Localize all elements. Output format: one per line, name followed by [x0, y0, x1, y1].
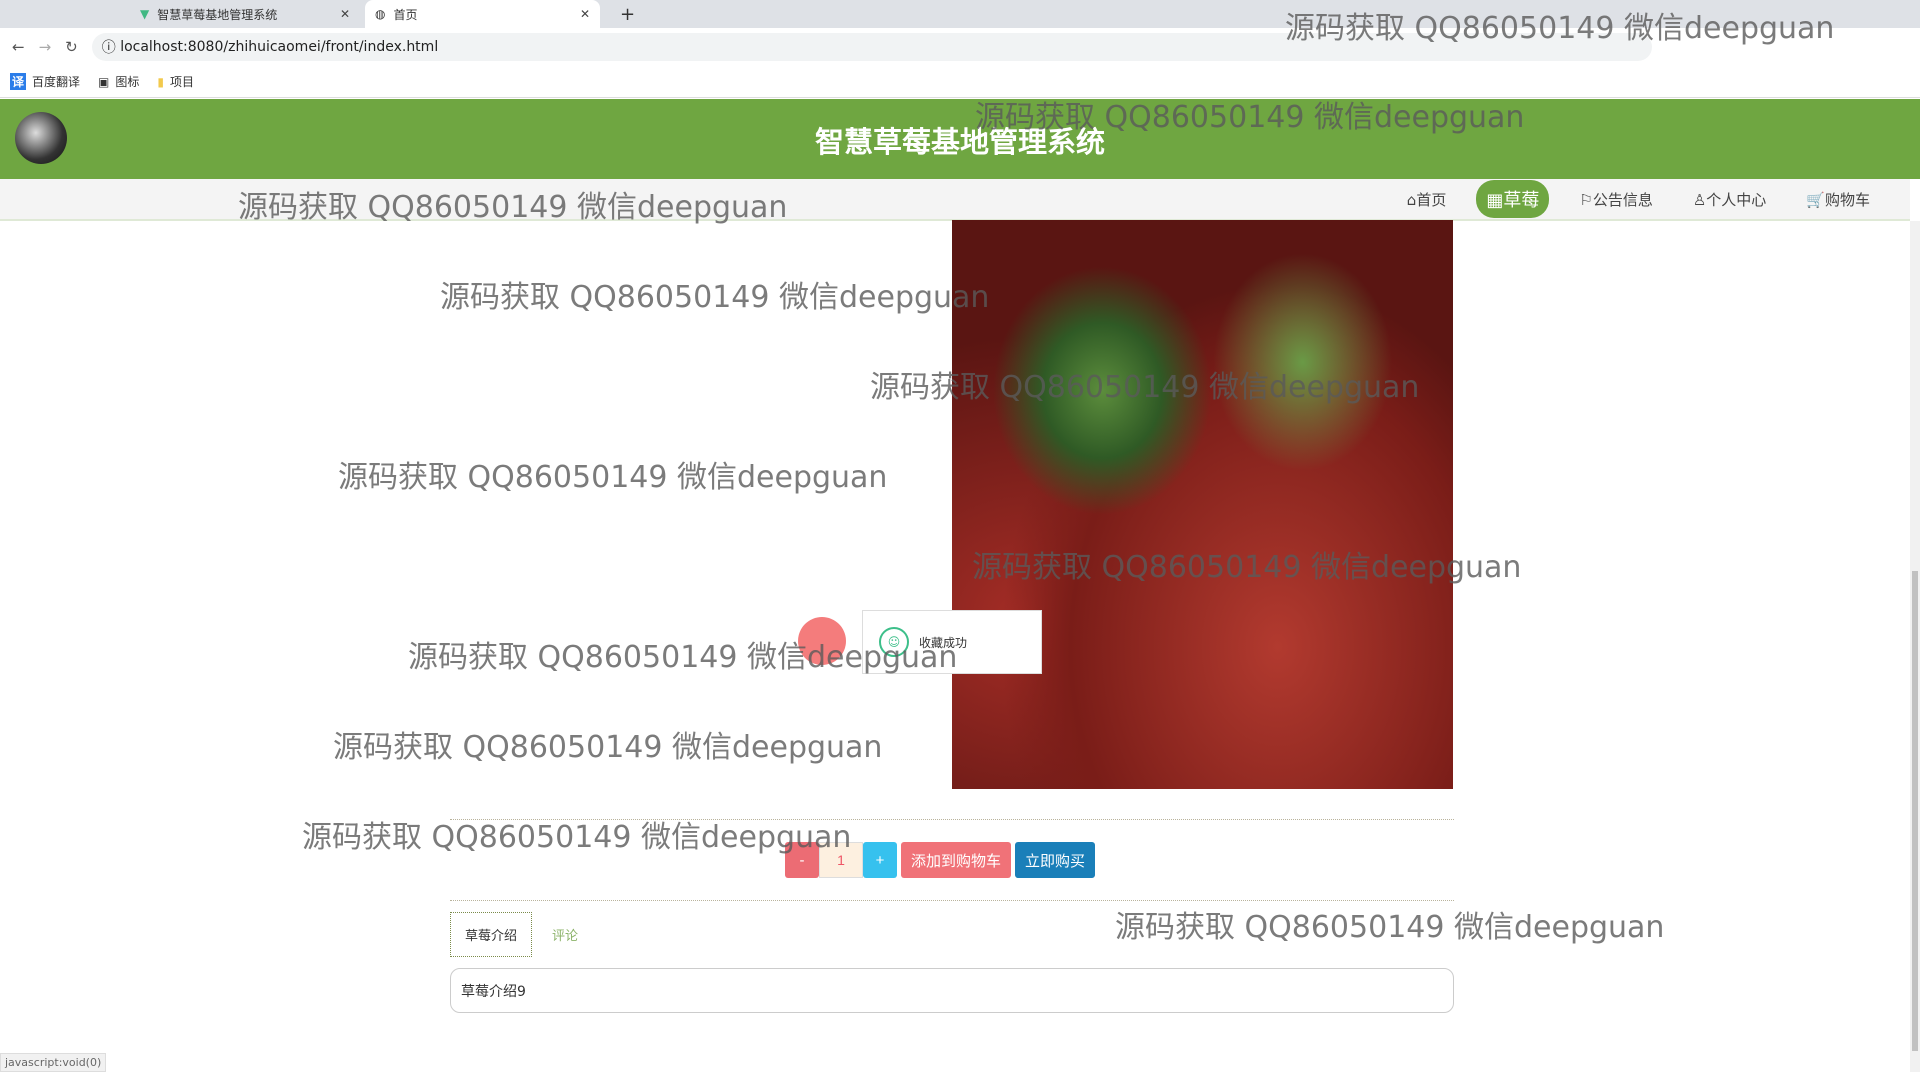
browser-tab[interactable]: ▼ 智慧草莓基地管理系统 ✕ — [130, 0, 360, 28]
tab-intro[interactable]: 草莓介绍 — [450, 912, 533, 957]
click-indicator — [798, 617, 846, 665]
increase-button[interactable]: + — [863, 842, 897, 878]
scrollbar-thumb[interactable] — [1912, 571, 1918, 1051]
new-tab-button[interactable]: + — [610, 0, 645, 28]
browser-tabstrip: ▼ 智慧草莓基地管理系统 ✕ ◍ 首页 ✕ + — [0, 0, 1920, 28]
divider — [450, 900, 1454, 901]
globe-icon: ◍ — [375, 7, 386, 21]
scrollbar[interactable] — [1910, 221, 1920, 1072]
detail-tabs: 草莓介绍 评论 — [450, 912, 578, 957]
tab-comments[interactable]: 评论 — [552, 925, 578, 944]
site-header: 智慧草莓基地管理系统 — [0, 99, 1920, 179]
purchase-controls: - + 添加到购物车 立即购买 — [785, 842, 1096, 878]
forward-icon[interactable]: → — [39, 38, 52, 56]
intro-content: 草莓介绍9 — [450, 968, 1454, 1013]
main-nav: ⌂首页 ▦草莓 ⚐公告信息 ♙个人中心 🛒购物车 — [0, 179, 1910, 221]
url-input[interactable]: ⓘ localhost:8080/zhihuicaomei/front/inde… — [91, 33, 1652, 61]
nav-cart[interactable]: 🛒购物车 — [1796, 183, 1880, 216]
reload-icon[interactable]: ↻ — [65, 38, 78, 56]
bookmark[interactable]: ▮ 项目 — [157, 73, 194, 90]
address-bar-row: ← → ↻ ⓘ localhost:8080/zhihuicaomei/front/… — [0, 28, 1920, 66]
info-icon: ⓘ — [101, 40, 121, 56]
divider — [450, 819, 1454, 820]
bookmark[interactable]: 译百度翻译 — [10, 73, 80, 90]
nav-home[interactable]: ⌂首页 — [1397, 183, 1457, 216]
close-icon[interactable]: ✕ — [580, 7, 590, 21]
quantity-input[interactable] — [819, 842, 863, 878]
quantity-stepper: - + — [785, 842, 897, 878]
product-image — [952, 220, 1453, 789]
bookmarks-bar: 译百度翻译 ▣ 图标 ▮ 项目 — [0, 66, 1920, 98]
nav-notice[interactable]: ⚐公告信息 — [1569, 183, 1662, 216]
buy-now-button[interactable]: 立即购买 — [1015, 842, 1096, 878]
smile-icon: ☺ — [879, 627, 909, 657]
status-bar: javascript:void(0) — [0, 1053, 107, 1072]
add-to-cart-button[interactable]: 添加到购物车 — [901, 842, 1012, 878]
toast-message: ☺ 收藏成功 — [862, 610, 1042, 674]
browser-tab-active[interactable]: ◍ 首页 ✕ — [365, 0, 600, 28]
back-icon[interactable]: ← — [12, 38, 25, 56]
watermark: 源码获取 QQ86050149 微信deepguan — [333, 730, 883, 765]
decrease-button[interactable]: - — [785, 842, 819, 878]
watermark: 源码获取 QQ86050149 微信deepguan — [1115, 910, 1665, 945]
nav-profile[interactable]: ♙个人中心 — [1683, 183, 1776, 216]
nav-strawberry[interactable]: ▦草莓 — [1476, 180, 1550, 218]
watermark: 源码获取 QQ86050149 微信deepguan — [338, 460, 888, 495]
close-icon[interactable]: ✕ — [340, 7, 350, 21]
watermark: 源码获取 QQ86050149 微信deepguan — [440, 280, 990, 315]
vue-icon: ▼ — [140, 7, 150, 21]
bookmark[interactable]: ▣ 图标 — [98, 73, 139, 90]
site-title: 智慧草莓基地管理系统 — [814, 125, 1105, 159]
